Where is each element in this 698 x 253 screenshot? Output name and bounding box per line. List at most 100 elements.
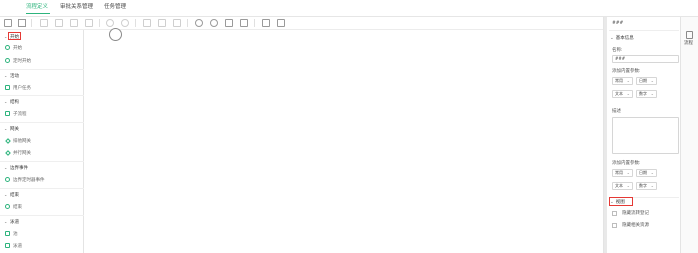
toolbar-divider <box>135 19 136 27</box>
item-label: 泳道 <box>13 244 22 249</box>
layout-icon[interactable] <box>262 19 270 27</box>
chevron-down-icon: ⌄ <box>626 91 630 96</box>
item-label: 结束 <box>13 205 22 210</box>
copy-icon[interactable] <box>40 19 48 27</box>
section-basic-info[interactable]: ⌄ 基本信息 <box>610 35 634 41</box>
document-icon[interactable] <box>686 31 693 39</box>
end-event-icon <box>5 204 10 209</box>
lane-icon <box>5 243 10 248</box>
flow-icon[interactable] <box>277 19 285 27</box>
chevron-down-icon: ⌄ <box>4 126 8 131</box>
chevron-down-icon: ⌄ <box>4 219 8 224</box>
item-label: 子流程 <box>13 112 27 117</box>
chevron-down-icon: ⌄ <box>4 165 8 170</box>
select-common[interactable]: 常用 ⌄ <box>612 77 633 85</box>
toolbar-divider <box>254 19 255 27</box>
category-label: 活动 <box>10 74 19 79</box>
highlight-box <box>8 32 21 40</box>
chevron-down-icon: ⌄ <box>650 91 654 96</box>
toolbar-divider <box>187 19 188 27</box>
grid-icon[interactable] <box>173 19 181 27</box>
tab-process-definition[interactable]: 流程定义 <box>26 4 48 11</box>
palette-category-start[interactable]: ⌄ 开始 <box>0 32 84 41</box>
align-icon[interactable] <box>143 19 151 27</box>
chevron-down-icon: ⌄ <box>4 192 8 197</box>
checkbox-icon <box>612 223 617 228</box>
palette-category-structure[interactable]: ⌄ 结构 <box>0 97 84 106</box>
category-label: 网关 <box>10 127 19 132</box>
properties-panel: ### ⌄ 基本信息 名称: ### 添加内置参数: 常用 ⌄ 日期 ⌄ 文本 ⌄ 数字… <box>603 17 680 253</box>
checkbox-icon <box>612 211 617 216</box>
tab-task-management[interactable]: 任务管理 <box>104 4 126 11</box>
select-date[interactable]: 日期 ⌄ <box>636 77 657 85</box>
divider <box>0 188 84 189</box>
select-date[interactable]: 日期 ⌄ <box>636 169 657 177</box>
divider <box>0 122 84 123</box>
redo-icon[interactable] <box>121 19 129 27</box>
select-common[interactable]: 常用 ⌄ <box>612 169 633 177</box>
toolbar <box>0 17 603 30</box>
checkbox-label: 隐藏流转登记 <box>622 211 649 216</box>
item-label: 边界定时器事件 <box>13 178 45 183</box>
delete-icon[interactable] <box>85 19 93 27</box>
category-label: 边界事件 <box>10 166 28 171</box>
select-number[interactable]: 数字 ⌄ <box>636 90 657 98</box>
start-event-icon <box>5 45 10 50</box>
cut-icon[interactable] <box>70 19 78 27</box>
actual-size-icon[interactable] <box>240 19 248 27</box>
zoom-out-icon[interactable] <box>210 19 218 27</box>
save-icon[interactable] <box>18 19 26 27</box>
section-label: 基本信息 <box>615 36 634 41</box>
select-value: 常用 <box>615 170 623 175</box>
toolbar-divider <box>99 19 100 27</box>
chevron-down-icon: ⌄ <box>626 183 630 188</box>
open-file-icon[interactable] <box>4 19 12 27</box>
chevron-down-icon: ⌄ <box>626 78 630 83</box>
chevron-down-icon: ⌄ <box>650 78 654 83</box>
select-value: 常用 <box>615 78 623 83</box>
start-event-node[interactable] <box>109 28 122 41</box>
chevron-down-icon: ⌄ <box>650 170 654 175</box>
palette-category-swimlane[interactable]: ⌄ 泳道 <box>0 217 84 226</box>
divider <box>0 161 84 162</box>
distribute-icon[interactable] <box>158 19 166 27</box>
chevron-down-icon: ⌄ <box>650 183 654 188</box>
top-tabs: 流程定义 审批关系管理 任务管理 <box>0 0 698 17</box>
zoom-in-icon[interactable] <box>195 19 203 27</box>
item-label: 并行网关 <box>13 151 31 156</box>
scrollbar[interactable] <box>604 17 607 253</box>
paste-icon[interactable] <box>55 19 63 27</box>
select-value: 日期 <box>639 170 647 175</box>
category-label: 结束 <box>10 193 19 198</box>
toolbar-divider <box>31 19 32 27</box>
palette-category-gateway[interactable]: ⌄ 网关 <box>0 124 84 133</box>
fit-view-icon[interactable] <box>225 19 233 27</box>
select-number[interactable]: 数字 ⌄ <box>636 182 657 190</box>
parallel-gateway-icon <box>5 149 11 156</box>
palette-category-activity[interactable]: ⌄ 活动 <box>0 71 84 80</box>
subprocess-icon <box>5 111 10 116</box>
exclusive-gateway-icon <box>5 137 11 144</box>
palette-category-end[interactable]: ⌄ 结束 <box>0 190 84 199</box>
description-textarea[interactable] <box>612 117 679 154</box>
boundary-timer-icon <box>5 177 10 182</box>
divider <box>0 95 84 96</box>
chevron-down-icon: ⌄ <box>4 34 8 39</box>
diagram-canvas[interactable] <box>85 28 602 253</box>
select-value: 数字 <box>639 183 647 188</box>
user-task-icon <box>5 85 10 90</box>
select-text[interactable]: 文本 ⌄ <box>612 182 633 190</box>
item-label: 开始 <box>13 46 22 51</box>
select-value: 文本 <box>615 91 623 96</box>
item-label: 用户任务 <box>13 86 31 91</box>
tab-approval-relations[interactable]: 审批关系管理 <box>60 4 93 11</box>
undo-icon[interactable] <box>106 19 114 27</box>
description-label: 描述 <box>612 109 621 114</box>
properties-title: ### <box>612 21 624 26</box>
name-input[interactable]: ### <box>612 55 679 63</box>
select-value: 日期 <box>639 78 647 83</box>
palette-category-boundary-event[interactable]: ⌄ 边界事件 <box>0 163 84 172</box>
select-text[interactable]: 文本 ⌄ <box>612 90 633 98</box>
strip-label[interactable]: 流程 <box>684 40 693 46</box>
side-strip: 流程 <box>680 17 698 253</box>
